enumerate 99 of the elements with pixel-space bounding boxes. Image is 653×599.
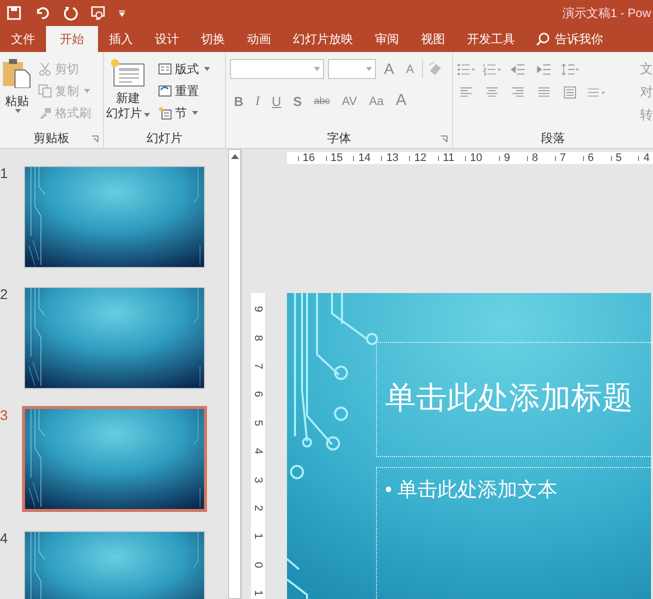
section-icon — [158, 106, 172, 120]
ribbon-tab[interactable]: 切换 — [190, 26, 236, 52]
slide-number: 2 — [0, 287, 9, 301]
new-slide-icon — [110, 58, 146, 88]
ruler-number: 9 — [252, 306, 264, 312]
ribbon-tab[interactable]: 动画 — [236, 26, 282, 52]
ribbon-tab[interactable]: 开发工具 — [456, 26, 526, 52]
format-button[interactable]: A — [392, 92, 410, 110]
reset-icon — [158, 84, 172, 98]
dropdown-arrow-icon — [84, 89, 90, 93]
format-button[interactable]: abc — [310, 96, 334, 106]
ruler-number: 7 — [252, 362, 264, 370]
eraser-icon[interactable] — [427, 61, 444, 77]
distributed-icon[interactable] — [561, 86, 579, 98]
ruler-number: 6 — [588, 152, 594, 164]
format-button[interactable]: S — [289, 94, 306, 108]
undo-icon[interactable] — [34, 5, 50, 21]
ribbon-tab[interactable]: 视图 — [410, 26, 456, 52]
slide-number: 3 — [0, 408, 9, 422]
text-direction-button[interactable]: 文 — [640, 60, 653, 78]
ruler-number: 1 — [252, 533, 264, 540]
save-icon[interactable] — [6, 5, 22, 21]
ruler-number: 6 — [252, 391, 264, 398]
format-button[interactable]: Aa — [365, 94, 388, 108]
ruler-number: 2 — [252, 504, 264, 511]
paintbrush-icon — [38, 106, 52, 120]
copy-icon — [38, 84, 52, 98]
tell-me-search[interactable]: 告诉我你 — [526, 26, 607, 52]
format-button[interactable]: I — [251, 93, 264, 109]
format-button[interactable]: AV — [338, 94, 362, 108]
ruler-number: 8 — [252, 334, 264, 341]
ruler-number: 1 — [252, 590, 264, 596]
new-slide-button[interactable]: 新建 幻灯片 — [104, 58, 152, 128]
increase-indent-icon[interactable] — [535, 62, 553, 76]
scrollbar[interactable] — [228, 149, 241, 599]
ribbon-tab[interactable]: 文件 — [0, 26, 46, 52]
clipboard-icon — [3, 58, 31, 88]
decrease-indent-icon[interactable] — [509, 62, 527, 76]
line-spacing-icon[interactable] — [561, 62, 579, 76]
grow-font-button[interactable]: A — [380, 60, 398, 78]
slide-number: 1 — [0, 166, 9, 180]
dropdown-arrow-icon — [144, 113, 150, 117]
ruler-number: 4 — [252, 448, 264, 454]
group-label: 剪贴板 — [34, 130, 70, 146]
ruler-number: 11 — [442, 152, 454, 164]
dialog-launcher-icon[interactable] — [91, 135, 99, 143]
ribbon-tab[interactable]: 设计 — [144, 26, 190, 52]
ruler-number: 13 — [386, 152, 399, 164]
search-icon — [536, 32, 550, 46]
group-label: 幻灯片 — [146, 130, 182, 146]
numbering-icon[interactable] — [483, 62, 501, 76]
paste-button[interactable]: 粘贴 — [0, 58, 34, 128]
layout-button[interactable]: 版式 — [156, 58, 212, 80]
ruler-number: 10 — [470, 152, 482, 164]
dropdown-arrow-icon — [314, 67, 320, 71]
group-label: 字体 — [327, 130, 351, 146]
ribbon-tab[interactable]: 审阅 — [364, 26, 410, 52]
ruler-number: 5 — [616, 152, 622, 164]
ruler-number: 9 — [504, 152, 510, 164]
ribbon-tab[interactable]: 插入 — [98, 26, 144, 52]
dropdown-arrow-icon — [192, 111, 198, 115]
ruler-number: 3 — [252, 476, 264, 483]
ruler-number: 5 — [252, 420, 264, 426]
format-button[interactable]: B — [230, 94, 248, 108]
convert-smartart-button[interactable]: 转 — [640, 106, 653, 124]
format-button[interactable]: U — [268, 94, 286, 108]
align-text-button[interactable]: 对 — [640, 83, 653, 101]
bullets-icon[interactable] — [457, 62, 475, 76]
ruler-number: 14 — [358, 152, 371, 164]
columns-icon[interactable] — [587, 86, 605, 98]
slideshow-icon[interactable] — [90, 5, 106, 21]
slide-number: 4 — [0, 531, 9, 545]
dropdown-arrow-icon — [15, 109, 21, 113]
title-placeholder[interactable]: 单击此处添加标题 — [376, 342, 651, 457]
ruler-number: 7 — [560, 152, 566, 164]
font-name-field[interactable] — [230, 59, 324, 79]
layout-icon — [158, 62, 172, 76]
body-placeholder[interactable]: • 单击此处添加文本 — [376, 467, 651, 599]
ruler-number: 12 — [414, 152, 426, 164]
customize-icon[interactable] — [118, 9, 126, 17]
group-label: 段落 — [541, 130, 565, 146]
ribbon-tab[interactable]: 幻灯片放映 — [282, 26, 364, 52]
section-button[interactable]: 节 — [156, 102, 212, 124]
ruler-number: 16 — [302, 152, 315, 164]
ruler-number: 0 — [252, 562, 264, 568]
dialog-launcher-icon[interactable] — [440, 135, 448, 143]
dropdown-arrow-icon — [366, 67, 372, 71]
window-title: 演示文稿1 - Pow — [562, 4, 652, 22]
shrink-font-button[interactable]: A — [402, 62, 418, 76]
scroll-up-icon[interactable] — [230, 154, 238, 159]
redo-icon[interactable] — [62, 5, 78, 21]
ruler-number: 8 — [532, 152, 538, 164]
scissors-icon — [38, 62, 52, 76]
reset-button[interactable]: 重置 — [156, 80, 212, 102]
ruler-number: 15 — [330, 152, 343, 164]
font-size-field[interactable] — [328, 59, 376, 79]
dropdown-arrow-icon — [204, 67, 210, 71]
ribbon-tab[interactable]: 开始 — [46, 26, 98, 52]
ruler-number: 4 — [643, 152, 650, 164]
